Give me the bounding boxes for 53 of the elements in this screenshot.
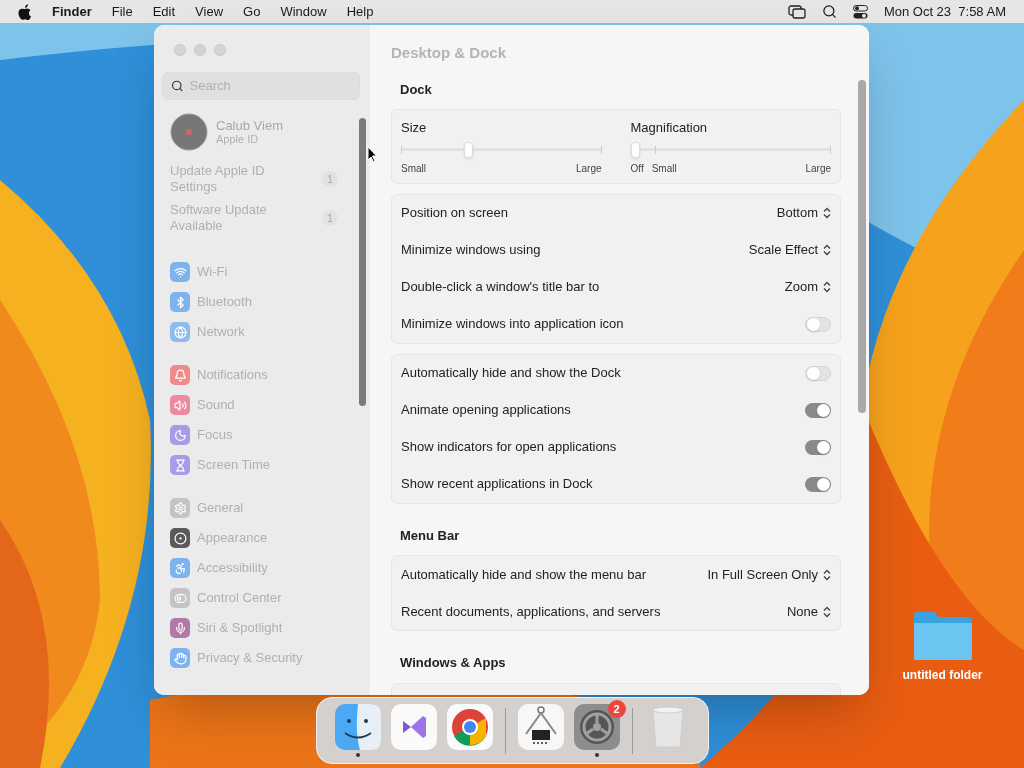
menu-item[interactable]: Edit (152, 1, 176, 22)
sidebar-item[interactable]: General (197, 498, 244, 518)
account-subtitle: Apple ID (216, 133, 260, 146)
window-title: Desktop & Dock (391, 43, 508, 63)
menu-item[interactable]: View (195, 1, 224, 22)
sidebar-item[interactable]: Siri & Spotlight (197, 618, 283, 638)
sidebar-item[interactable]: Wi-Fi (197, 262, 228, 282)
setting-label: Automatically hide and show the menu bar (401, 565, 646, 584)
sidebar-item[interactable]: Sound (197, 395, 235, 415)
setting-label: Minimize windows into application icon (401, 315, 624, 334)
min-label: Small (401, 161, 426, 176)
slider-label: Magnification (630, 119, 709, 137)
folder-label[interactable]: untitled folder (902, 666, 983, 684)
max-label: Large (575, 161, 602, 176)
setting-label: Recent documents, applications, and servers (401, 602, 661, 621)
section-heading: Windows & Apps (400, 654, 507, 672)
popup-button[interactable]: In Full Screen Only (707, 564, 831, 585)
section-heading: Menu Bar (400, 526, 461, 545)
popup-button[interactable]: Zoom (784, 277, 831, 297)
alert-item[interactable]: Software Update Available (170, 202, 285, 234)
notification-badge: 2 (607, 700, 626, 718)
alert-item[interactable]: Update Apple ID Settings (170, 163, 285, 195)
sidebar-item[interactable]: Privacy & Security (197, 648, 303, 668)
setting-label: Animate opening applications (401, 401, 571, 420)
sidebar-item[interactable]: Network (197, 322, 245, 342)
max-label: Large (805, 161, 831, 176)
popup-button[interactable]: Scale Effect (748, 240, 831, 260)
menu-item[interactable]: File (111, 1, 133, 22)
setting-label: Show recent applications in Dock (401, 475, 593, 494)
account-name[interactable]: Calub Viem (216, 118, 283, 133)
app-menu[interactable]: Finder (52, 1, 92, 22)
clock[interactable]: Mon Oct 23 7:58 AM (883, 1, 1006, 22)
sidebar-item[interactable]: Bluetooth (197, 292, 252, 312)
menu-item[interactable]: Help (346, 1, 374, 22)
min-label: Small (651, 161, 677, 176)
sidebar-item[interactable]: Notifications (197, 365, 268, 385)
menu-item[interactable]: Window (280, 1, 327, 22)
popup-button[interactable]: None (786, 601, 831, 622)
setting-label: Automatically hide and show the Dock (401, 364, 621, 383)
sidebar-item[interactable]: Appearance (197, 528, 268, 548)
sidebar-item[interactable]: Screen Time (197, 455, 270, 475)
setting-label: Minimize windows using (401, 241, 541, 260)
section-heading: Dock (400, 80, 433, 99)
menu-item[interactable]: Go (243, 1, 261, 22)
off-label: Off (630, 161, 644, 176)
sidebar-item[interactable]: Accessibility (197, 558, 268, 578)
setting-label: Double-click a window's title bar to (401, 278, 600, 297)
sidebar-item[interactable]: Control Center (197, 588, 282, 608)
popup-button[interactable]: Bottom (776, 203, 831, 223)
sidebar-item[interactable]: Focus (197, 425, 233, 445)
slider-label: Size (401, 119, 428, 137)
setting-label: Show indicators for open applications (401, 438, 617, 457)
setting-label: Position on screen (401, 204, 508, 223)
